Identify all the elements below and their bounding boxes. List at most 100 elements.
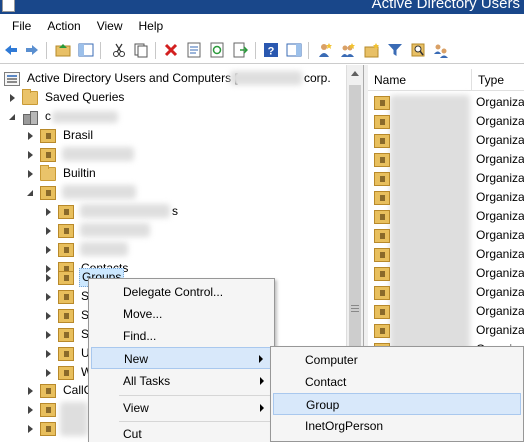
list-item[interactable]: Organizat: [368, 245, 524, 264]
list-item-type: Organizat: [476, 152, 524, 166]
expand-arrow-icon[interactable]: [26, 386, 36, 396]
tree-item-builtin[interactable]: Builtin: [26, 164, 98, 183]
ou-icon: [374, 247, 390, 262]
tree-item-callc[interactable]: CallC: [26, 381, 94, 400]
copy-icon[interactable]: [133, 42, 149, 58]
tree-root[interactable]: Active Directory Users and Computers [: [4, 69, 240, 88]
list-item[interactable]: Organizat: [368, 302, 524, 321]
list-item[interactable]: Organizat: [368, 226, 524, 245]
menu-help[interactable]: Help: [131, 15, 172, 37]
menu-item-cut[interactable]: Cut: [91, 423, 272, 442]
expand-arrow-icon[interactable]: [44, 226, 54, 236]
tree-item-redacted-2[interactable]: [26, 400, 61, 419]
expand-arrow-icon[interactable]: [26, 131, 36, 141]
collapse-arrow-icon[interactable]: [26, 188, 36, 198]
up-folder-icon[interactable]: [55, 42, 71, 58]
expand-arrow-icon[interactable]: [26, 169, 36, 179]
expand-arrow-icon[interactable]: [26, 405, 36, 415]
list-item-type: Organizat: [476, 209, 524, 223]
expand-arrow-icon[interactable]: [44, 311, 54, 321]
new-group-icon[interactable]: [340, 42, 356, 58]
submenu-item-computer[interactable]: Computer: [273, 349, 521, 371]
expand-arrow-icon[interactable]: [44, 273, 54, 283]
tree-item-s3[interactable]: S: [44, 325, 91, 344]
expand-arrow-icon[interactable]: [44, 330, 54, 340]
submenu-item-contact[interactable]: Contact: [273, 371, 521, 393]
show-hide-tree-icon[interactable]: [78, 42, 94, 58]
redacted-text: [80, 223, 150, 237]
list-item-type: Organizat: [476, 323, 524, 337]
new-submenu: Computer Contact Group InetOrgPerson: [270, 346, 524, 442]
tree-item-redacted[interactable]: [26, 145, 61, 164]
list-item[interactable]: Organizat: [368, 264, 524, 283]
scroll-up-icon[interactable]: [351, 71, 359, 76]
tree-item-s1[interactable]: S: [44, 287, 91, 306]
menu-action[interactable]: Action: [39, 15, 88, 37]
list-item[interactable]: Organizat: [368, 93, 524, 112]
expand-arrow-icon[interactable]: [44, 349, 54, 359]
column-type[interactable]: Type: [472, 69, 524, 90]
menu-item-view[interactable]: View: [91, 397, 272, 419]
list-item-type: Organizat: [476, 190, 524, 204]
properties-icon[interactable]: [186, 42, 202, 58]
menu-item-new[interactable]: New: [91, 347, 272, 369]
tree-item-redacted-expanded[interactable]: [26, 183, 61, 202]
menu-item-all-tasks[interactable]: All Tasks: [91, 370, 272, 392]
tree-item-label: Brasil: [63, 128, 94, 142]
tree-item-child-3[interactable]: [44, 240, 79, 259]
tree-item-child-1[interactable]: [44, 202, 79, 221]
list-item[interactable]: Organizat: [368, 321, 524, 340]
tree-item-brasil[interactable]: Brasil: [26, 126, 95, 145]
tree-item-domain[interactable]: c: [8, 107, 53, 126]
submenu-arrow-icon: [259, 355, 263, 363]
menu-view[interactable]: View: [89, 15, 131, 37]
find-icon[interactable]: [410, 42, 426, 58]
ou-icon: [374, 95, 390, 110]
cut-icon[interactable]: [111, 42, 127, 58]
export-list-icon[interactable]: [232, 42, 248, 58]
menu-item-find[interactable]: Find...: [91, 325, 272, 347]
expand-arrow-icon[interactable]: [26, 424, 36, 434]
tree-item-w[interactable]: W: [44, 363, 94, 382]
tree-item-child-2[interactable]: [44, 221, 79, 240]
list-item[interactable]: Organizat: [368, 207, 524, 226]
tree-item-saved-queries[interactable]: Saved Queries: [8, 88, 126, 107]
ou-icon: [374, 266, 390, 281]
submenu-item-inetorgperson[interactable]: InetOrgPerson: [273, 415, 521, 437]
list-header: Name Type: [368, 69, 524, 91]
list-item[interactable]: Organizat: [368, 112, 524, 131]
expand-arrow-icon[interactable]: [44, 245, 54, 255]
list-item[interactable]: Organizat: [368, 131, 524, 150]
filter-icon[interactable]: [387, 42, 403, 58]
tree-item-s2[interactable]: S: [44, 306, 91, 325]
help-icon[interactable]: ?: [263, 42, 279, 58]
list-item[interactable]: Organizat: [368, 169, 524, 188]
expand-arrow-icon[interactable]: [44, 368, 54, 378]
new-user-icon[interactable]: [317, 42, 333, 58]
refresh-icon[interactable]: [209, 42, 225, 58]
expand-arrow-icon[interactable]: [44, 292, 54, 302]
ou-icon: [58, 223, 74, 238]
column-name[interactable]: Name: [368, 69, 472, 90]
expand-arrow-icon[interactable]: [8, 93, 18, 103]
add-to-group-icon[interactable]: [433, 42, 449, 58]
list-item[interactable]: Organizat: [368, 283, 524, 302]
expand-arrow-icon[interactable]: [44, 207, 54, 217]
list-item[interactable]: Organizat: [368, 188, 524, 207]
menu-item-delegate-control[interactable]: Delegate Control...: [91, 281, 272, 303]
menu-file[interactable]: File: [4, 15, 39, 37]
back-arrow-icon[interactable]: [3, 42, 19, 58]
delete-icon[interactable]: [163, 42, 179, 58]
submenu-item-group[interactable]: Group: [273, 393, 521, 415]
ou-icon: [374, 304, 390, 319]
ou-icon: [374, 171, 390, 186]
expand-arrow-icon[interactable]: [26, 150, 36, 160]
new-ou-icon[interactable]: [364, 42, 380, 58]
menu-item-move[interactable]: Move...: [91, 303, 272, 325]
action-pane-icon[interactable]: [286, 42, 302, 58]
tree-item-u[interactable]: U: [44, 344, 92, 363]
tree-item-redacted-3[interactable]: [26, 419, 61, 438]
collapse-arrow-icon[interactable]: [8, 112, 18, 122]
list-item[interactable]: Organizat: [368, 150, 524, 169]
forward-arrow-icon[interactable]: [24, 42, 40, 58]
